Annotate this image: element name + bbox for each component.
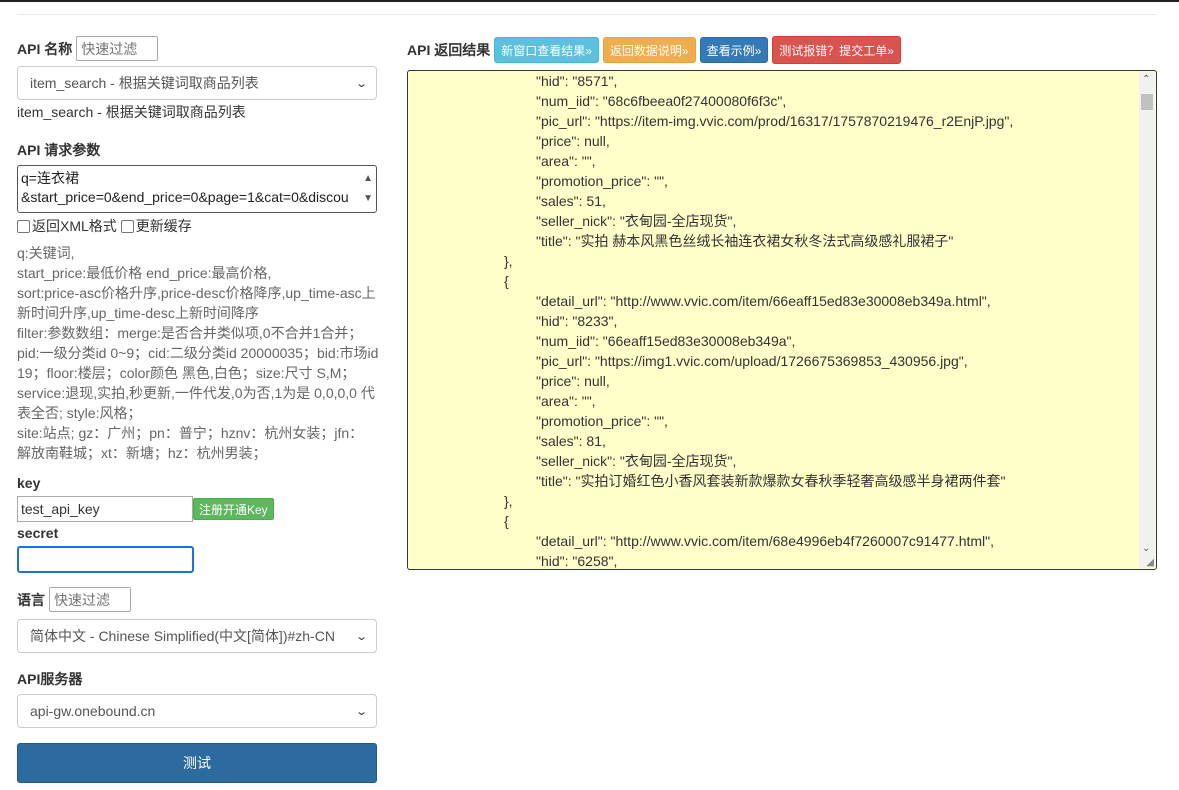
arrow-down-icon[interactable]: ▼ (363, 189, 373, 208)
server-label: API服务器 (17, 671, 83, 687)
help-line: sort:price-asc价格升序,price-desc价格降序,up_tim… (17, 285, 376, 301)
key-label: key (17, 475, 41, 491)
result-line: "pic_url": "https://item-img.vvic.com/pr… (408, 113, 1014, 129)
result-line: "hid": "8233", (408, 313, 618, 329)
options-row: 返回XML格式 更新缓存 (17, 216, 377, 236)
result-line: }, (408, 253, 513, 269)
help-line: 新时间升序,up_time-desc上新时间降序 (17, 305, 259, 321)
refresh-cache-checkbox[interactable] (120, 219, 134, 233)
result-line: "hid": "8571", (408, 73, 618, 89)
register-key-button[interactable]: 注册开通Key (193, 498, 274, 520)
help-line: 19；floor:楼层；color颜色 黑色,白色；size:尺寸 S,M； (17, 365, 356, 381)
language-row: 语言 (17, 587, 377, 612)
request-params-label: API 请求参数 (17, 142, 101, 158)
api-name-label: API 名称 (17, 40, 73, 57)
header-divider (17, 14, 1157, 15)
arrow-up-icon[interactable]: ▲ (363, 169, 373, 188)
help-line: start_price:最低价格 end_price:最高价格, (17, 265, 272, 281)
result-toolbar: API 返回结果 新窗口查看结果» 返回数据说明» 查看示例» 测试报错？提交工… (407, 36, 1157, 64)
help-line: pid:一级分类id 0~9；cid:二级分类id 20000035；bid:市… (17, 345, 379, 361)
chevron-down-icon: ⌄ (354, 705, 368, 718)
arrow-up-icon[interactable]: ⌃ (1142, 74, 1150, 85)
result-label: API 返回结果 (407, 42, 491, 58)
refresh-cache-label: 更新缓存 (135, 218, 192, 234)
result-line: { (408, 513, 509, 529)
params-line-2: &start_price=0&end_price=0&page=1&cat=0&… (21, 189, 349, 205)
result-line: "pic_url": "https://img1.vvic.com/upload… (408, 353, 968, 369)
scrollbar-thumb[interactable] (1141, 94, 1153, 110)
view-example-button[interactable]: 查看示例» (699, 37, 769, 63)
help-line: site:站点; gz：广州；pn：普宁；hznv：杭州女装；jfn： (17, 425, 364, 441)
top-border (0, 0, 1179, 2)
key-input[interactable] (17, 496, 193, 522)
new-window-button[interactable]: 新窗口查看结果» (494, 37, 599, 63)
result-line: "promotion_price": "", (408, 413, 668, 429)
language-label: 语言 (17, 591, 45, 608)
result-line: "num_iid": "66eaff15ed83e30008eb349a", (408, 333, 796, 349)
result-line: "area": "", (408, 393, 596, 409)
params-line-1: q=连衣裙 (21, 170, 79, 186)
help-line: q:关键词, (17, 245, 75, 261)
help-line: service:退现,实拍,秒更新,一件代发,0为否,1为是 0,0,0,0 代 (17, 385, 375, 401)
api-description: item_search - 根据关键词取商品列表 (17, 104, 246, 120)
result-textarea[interactable]: "hid": "8571", "num_iid": "68c6fbeea0f27… (407, 70, 1157, 570)
result-line: "price": null, (408, 373, 610, 389)
xml-format-checkbox[interactable] (17, 219, 30, 233)
api-name-select[interactable]: item_search - 根据关键词取商品列表 ⌄ (17, 66, 377, 100)
help-line: 表全否; style:风格； (17, 405, 142, 421)
result-line: "detail_url": "http://www.vvic.com/item/… (408, 533, 995, 549)
key-row: 注册开通Key (17, 496, 377, 522)
server-select[interactable]: api-gw.onebound.cn ⌄ (17, 694, 377, 728)
result-line: }, (408, 493, 513, 509)
test-button[interactable]: 测试 (17, 743, 377, 783)
textarea-scrollbar[interactable]: ▲ ▼ (360, 166, 376, 212)
secret-input[interactable] (17, 546, 194, 573)
help-line: 解放南鞋城；xt：新塘；hz：杭州男装； (17, 445, 267, 461)
result-line: "sales": 51, (408, 193, 606, 209)
result-line: "num_iid": "68c6fbeea0f27400080f6f3c", (408, 93, 787, 109)
language-select[interactable]: 简体中文 - Chinese Simplified(中文[简体])#zh-CN … (17, 619, 377, 653)
chevron-down-icon: ⌄ (354, 630, 368, 643)
result-line: "hid": "6258", (408, 553, 618, 569)
result-line: "area": "", (408, 153, 596, 169)
result-content: "hid": "8571", "num_iid": "68c6fbeea0f27… (408, 71, 1138, 569)
result-line: "seller_nick": "衣甸园-全店现货", (408, 453, 737, 469)
result-panel: API 返回结果 新窗口查看结果» 返回数据说明» 查看示例» 测试报错？提交工… (407, 36, 1157, 570)
resize-grip-icon[interactable]: ◢ (1146, 557, 1154, 568)
api-name-filter-input[interactable] (76, 36, 159, 61)
language-filter-input[interactable] (49, 587, 131, 612)
result-line: "detail_url": "http://www.vvic.com/item/… (408, 293, 991, 309)
language-selected: 简体中文 - Chinese Simplified(中文[简体])#zh-CN (30, 628, 335, 644)
param-help-text: q:关键词, start_price:最低价格 end_price:最高价格, … (17, 243, 379, 463)
request-params-textarea[interactable]: q=连衣裙 &start_price=0&end_price=0&page=1&… (17, 165, 377, 213)
data-description-button[interactable]: 返回数据说明» (602, 37, 696, 63)
result-line: "title": "实拍 赫本风黑色丝绒长袖连衣裙女秋冬法式高级感礼服裙子" (408, 233, 954, 249)
result-line: "title": "实拍订婚红色小香风套装新款爆款女春秋季轻奢高级感半身裙两件套… (408, 473, 1006, 489)
result-scrollbar[interactable]: ⌃ ⌄ (1139, 72, 1155, 568)
xml-format-label: 返回XML格式 (32, 218, 117, 234)
secret-label: secret (17, 525, 59, 541)
result-line: "price": null, (408, 133, 610, 149)
result-line: "promotion_price": "", (408, 173, 668, 189)
api-name-selected: item_search - 根据关键词取商品列表 (30, 75, 259, 91)
arrow-down-icon[interactable]: ⌄ (1142, 543, 1150, 554)
help-line: filter:参数数组：merge:是否合并类似项,0不合并1合并； (17, 325, 363, 341)
report-error-button[interactable]: 测试报错？提交工单» (772, 36, 901, 64)
api-name-row: API 名称 (17, 36, 377, 61)
result-line: "seller_nick": "衣甸园-全店现货", (408, 213, 737, 229)
result-line: { (408, 273, 509, 289)
chevron-down-icon: ⌄ (354, 77, 368, 90)
server-selected: api-gw.onebound.cn (30, 703, 156, 719)
result-line: "sales": 81, (408, 433, 606, 449)
request-form: API 名称 item_search - 根据关键词取商品列表 ⌄ item_s… (17, 36, 379, 783)
